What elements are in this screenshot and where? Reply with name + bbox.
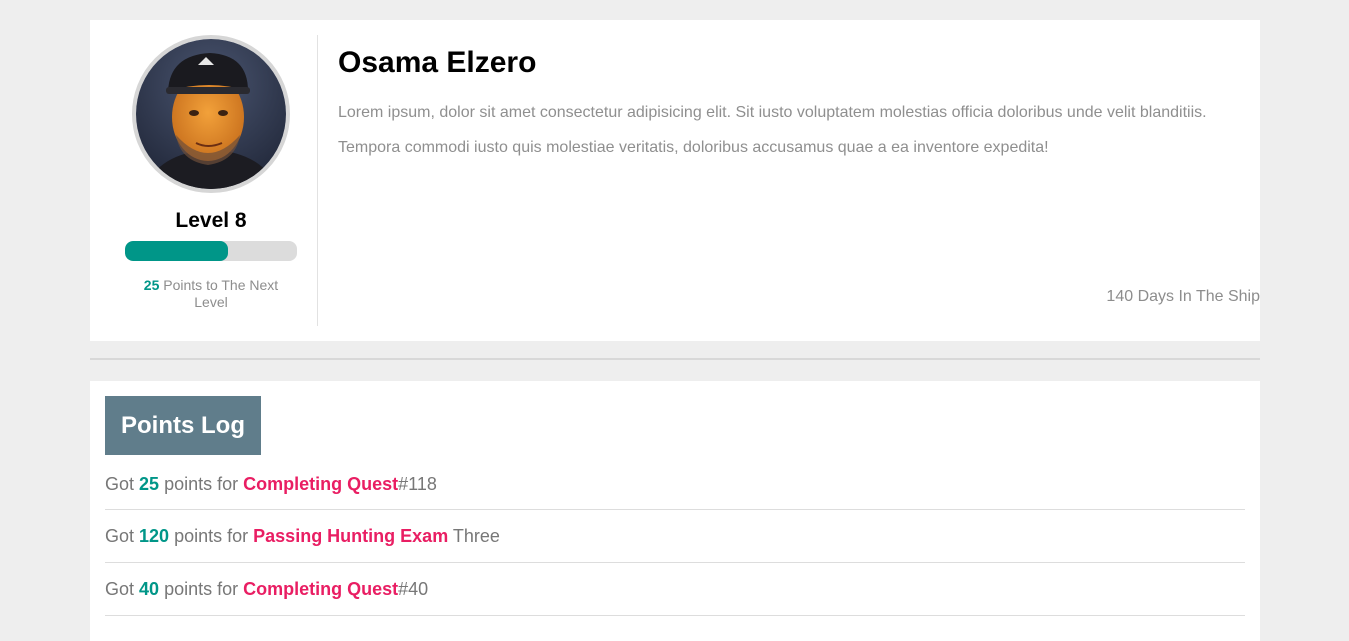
section-divider [90,358,1260,360]
log-activity: Completing Quest [243,579,399,599]
log-points: 25 [139,474,160,494]
points-log-list: Got 25 points for Completing Quest#118 G… [105,474,1245,616]
level-progress-bar [125,241,297,261]
log-middle: points for [164,579,239,599]
points-to-next-text: Points to The Next Level [163,277,279,310]
avatar-image [136,39,286,189]
level-label: Level 8 [175,209,247,232]
avatar [132,35,290,193]
list-item: Got 40 points for Completing Quest#40 [105,563,1245,616]
level-progress-fill [125,241,229,261]
log-prefix: Got [105,474,135,494]
avatar-column: Level 8 25 Points to The Next Level [90,35,318,326]
points-to-next-value: 25 [143,277,160,293]
list-item: Got 25 points for Completing Quest#118 [105,458,1245,510]
log-prefix: Got [105,579,135,599]
bio-line: Tempora commodi iusto quis molestiae ver… [338,139,1049,156]
log-activity: Completing Quest [243,474,399,494]
log-suffix: #118 [398,474,437,494]
log-prefix: Got [105,526,135,546]
log-points: 40 [139,579,160,599]
list-item: Got 120 points for Passing Hunting Exam … [105,510,1245,563]
profile-info: Osama Elzero Lorem ipsum, dolor sit amet… [338,20,1260,341]
profile-card: Level 8 25 Points to The Next Level Osam… [90,20,1260,341]
log-points: 120 [139,526,170,546]
points-log-title: Points Log [105,396,261,455]
days-in-ship: 140 Days In The Ship [1106,288,1260,305]
log-middle: points for [164,474,239,494]
log-middle: points for [174,526,249,546]
log-activity: Passing Hunting Exam [253,526,449,546]
points-to-next-level: 25 Points to The Next Level [130,277,292,311]
user-name: Osama Elzero [338,46,537,79]
log-suffix: #40 [398,579,429,599]
log-suffix: Three [452,526,500,546]
bio-line: Lorem ipsum, dolor sit amet consectetur … [338,104,1207,121]
points-log-card: Points Log Got 25 points for Completing … [90,381,1260,641]
